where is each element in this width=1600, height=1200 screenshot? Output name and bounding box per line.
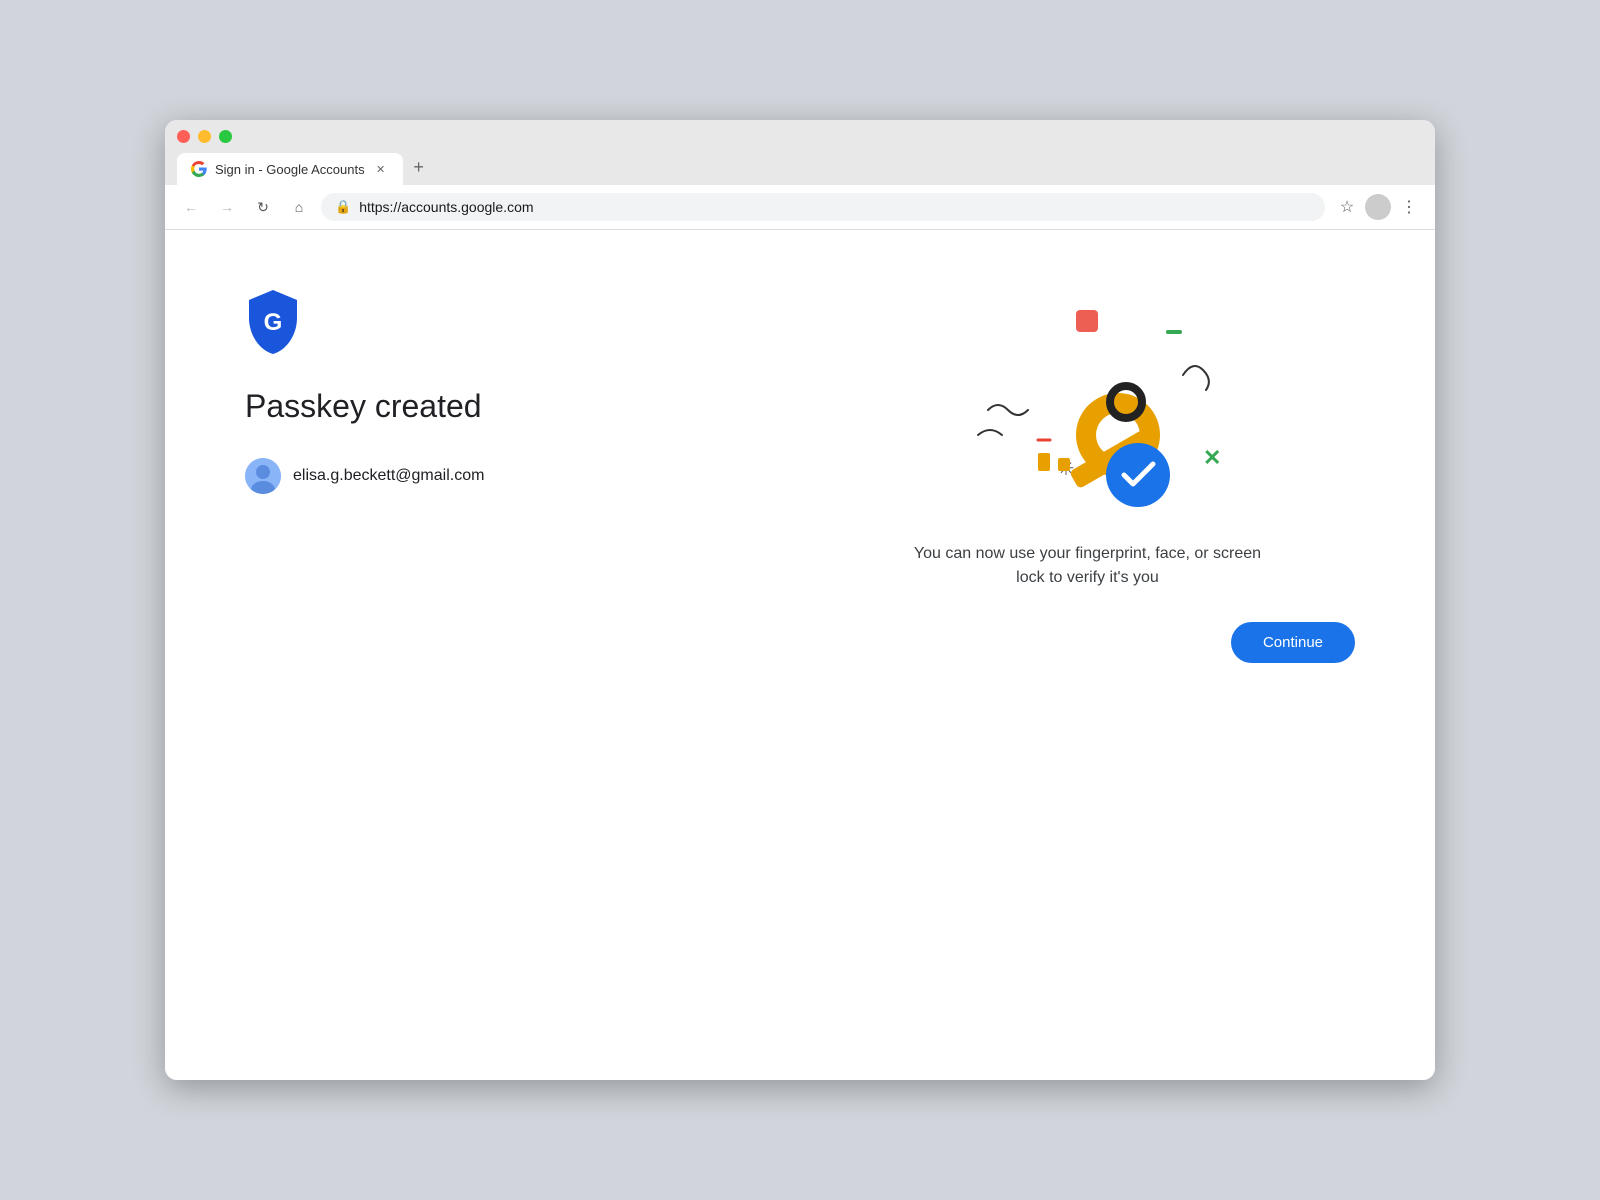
maximize-button[interactable] [219,130,232,143]
tabs-row: Sign in - Google Accounts ✕ + [177,153,1423,185]
minimize-button[interactable] [198,130,211,143]
svg-text:G: G [264,309,283,336]
title-bar: Sign in - Google Accounts ✕ + [165,120,1435,185]
continue-button[interactable]: Continue [1231,622,1355,663]
toolbar-right: ☆ ⋮ [1333,193,1423,221]
user-row: elisa.g.beckett@gmail.com [245,458,780,494]
left-panel: G Passkey created elisa.g.beckett@gmail.… [245,290,780,1020]
right-panel: ✳ ✕ [820,290,1355,1020]
browser-window: Sign in - Google Accounts ✕ + ← → ↻ ⌂ 🔒 … [165,120,1435,1080]
refresh-button[interactable]: ↻ [249,193,277,221]
user-email: elisa.g.beckett@gmail.com [293,467,484,485]
menu-button[interactable]: ⋮ [1395,193,1423,221]
url-text: https://accounts.google.com [359,199,1311,215]
tab-close-button[interactable]: ✕ [373,161,389,177]
home-button[interactable]: ⌂ [285,193,313,221]
svg-text:✕: ✕ [1203,445,1221,470]
active-tab[interactable]: Sign in - Google Accounts ✕ [177,153,403,185]
new-tab-button[interactable]: + [405,153,433,181]
page-content: G Passkey created elisa.g.beckett@gmail.… [165,230,1435,1080]
bookmark-button[interactable]: ☆ [1333,193,1361,221]
close-button[interactable] [177,130,190,143]
description-text: You can now use your fingerprint, face, … [908,542,1268,590]
tab-favicon-icon [191,161,207,177]
passkey-illustration: ✳ ✕ [928,290,1248,510]
address-bar: ← → ↻ ⌂ 🔒 https://accounts.google.com ☆ … [165,185,1435,230]
user-avatar [245,458,281,494]
url-bar[interactable]: 🔒 https://accounts.google.com [321,193,1325,221]
page-title: Passkey created [245,386,780,426]
traffic-lights [177,130,1423,143]
forward-button[interactable]: → [213,193,241,221]
tab-title: Sign in - Google Accounts [215,162,365,177]
lock-icon: 🔒 [335,199,351,215]
back-button[interactable]: ← [177,193,205,221]
profile-button[interactable] [1365,194,1391,220]
google-shield-logo: G [245,290,301,354]
